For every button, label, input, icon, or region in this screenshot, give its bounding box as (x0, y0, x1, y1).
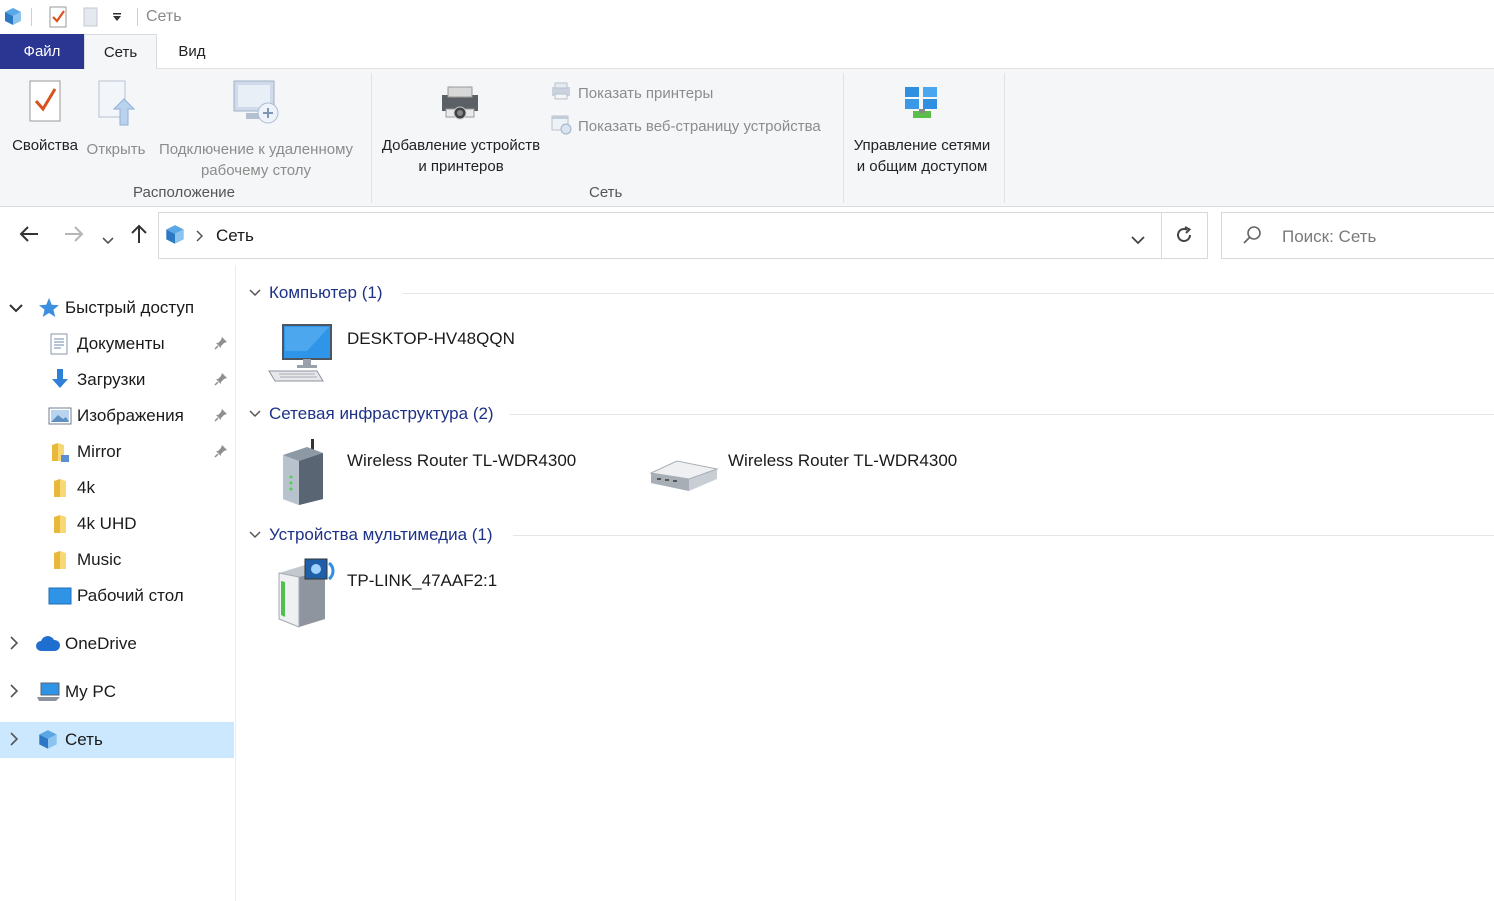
network-app-icon[interactable] (2, 6, 24, 33)
remote-desktop-icon (150, 77, 362, 133)
download-arrow-icon (50, 368, 70, 395)
chevron-right-icon[interactable] (9, 732, 19, 749)
pictures-icon (48, 407, 72, 430)
pin-icon[interactable] (214, 408, 228, 425)
sidebar-item-onedrive[interactable]: OneDrive (0, 626, 234, 662)
properties-icon[interactable] (48, 6, 68, 33)
title-bar: Сеть (0, 0, 1494, 34)
sidebar-item-mirror[interactable]: Mirror (0, 434, 234, 470)
pin-icon[interactable] (214, 336, 228, 353)
tab-view[interactable]: Вид (157, 34, 227, 69)
sidebar-item-documents[interactable]: Документы (0, 326, 234, 362)
computer-icon (36, 681, 62, 708)
properties-button[interactable]: Свойства (8, 79, 82, 156)
list-item-desktop-computer[interactable]: DESKTOP-HV48QQN (267, 317, 597, 387)
cloud-icon (35, 636, 61, 657)
chevron-right-icon[interactable] (9, 684, 19, 701)
add-devices-icon (376, 83, 546, 129)
search-placeholder: Поиск: Сеть (1282, 227, 1377, 246)
show-device-page-button[interactable]: Показать веб-страницу устройства (550, 113, 821, 139)
media-server-icon (275, 557, 339, 634)
sidebar-item-network[interactable]: Сеть (0, 722, 234, 758)
desktop-icon (48, 587, 72, 610)
address-bar[interactable]: Сеть (158, 212, 1208, 259)
chevron-down-icon[interactable] (249, 286, 261, 300)
sidebar-item-4k[interactable]: 4k (0, 470, 234, 506)
search-box[interactable]: Поиск: Сеть (1221, 212, 1494, 259)
file-list: Компьютер (1) DESKTOP-HV48QQN Сетевая ин… (237, 265, 1494, 901)
sidebar-item-pictures[interactable]: Изображения (0, 398, 234, 434)
sidebar-item-music[interactable]: Music (0, 542, 234, 578)
router-tower-icon (277, 437, 333, 512)
documents-icon (50, 333, 68, 360)
new-folder-icon[interactable] (82, 6, 100, 33)
device-webpage-icon (550, 113, 572, 139)
group-header-network-infrastructure[interactable]: Сетевая инфраструктура (2) (249, 401, 494, 427)
list-item-media-device[interactable]: TP-LINK_47AAF2:1 (267, 557, 597, 629)
back-arrow-icon[interactable] (18, 223, 40, 251)
pin-icon[interactable] (214, 372, 228, 389)
network-location-icon (163, 223, 187, 252)
computer-icon (267, 321, 337, 390)
folder-icon (50, 441, 70, 468)
navigation-pane: Быстрый доступ Документы Загрузки Изобра… (0, 265, 236, 901)
window-title: Сеть (146, 8, 182, 25)
customize-dropdown-icon[interactable] (111, 10, 123, 28)
router-flat-icon (647, 455, 721, 500)
chevron-down-icon[interactable] (249, 528, 261, 542)
breadcrumb-chevron-icon[interactable] (195, 229, 204, 247)
sidebar-item-4k-uhd[interactable]: 4k UHD (0, 506, 234, 542)
star-icon (38, 297, 60, 324)
chevron-right-icon[interactable] (9, 636, 19, 653)
group-header-computers[interactable]: Компьютер (1) (249, 280, 383, 306)
network-sharing-icon (848, 83, 996, 129)
search-icon (1242, 225, 1262, 250)
forward-arrow-icon[interactable] (63, 223, 85, 251)
printers-icon (550, 81, 572, 105)
network-icon (36, 728, 60, 757)
network-sharing-center-button[interactable]: Управление сетями и общим доступом (848, 83, 996, 177)
tab-network[interactable]: Сеть (84, 34, 157, 70)
add-devices-button[interactable]: Добавление устройств и принтеров (376, 83, 546, 177)
ribbon-tabs: Файл Сеть Вид (0, 34, 1494, 70)
open-icon (82, 79, 150, 133)
sidebar-item-desktop[interactable]: Рабочий стол (0, 578, 234, 614)
refresh-icon[interactable] (1174, 225, 1194, 250)
breadcrumb-network[interactable]: Сеть (216, 226, 254, 246)
folder-icon (52, 549, 68, 576)
pin-icon[interactable] (214, 444, 228, 461)
open-button[interactable]: Открыть (82, 79, 150, 160)
sidebar-item-quick-access[interactable]: Быстрый доступ (0, 290, 234, 326)
address-dropdown-chevron-icon[interactable] (1131, 232, 1145, 250)
ribbon: Свойства Открыть Подключение к удаленном… (0, 69, 1494, 207)
recent-locations-chevron-icon[interactable] (102, 229, 114, 252)
list-item-router-2[interactable]: Wireless Router TL-WDR4300 (647, 437, 1017, 507)
sidebar-item-downloads[interactable]: Загрузки (0, 362, 234, 398)
sidebar-item-my-pc[interactable]: My PC (0, 674, 234, 710)
up-arrow-icon[interactable] (128, 223, 150, 251)
folder-icon (52, 513, 68, 540)
chevron-down-icon[interactable] (249, 407, 261, 421)
location-group-label: Расположение (133, 184, 235, 201)
remote-desktop-button[interactable]: Подключение к удаленному рабочему столу (150, 77, 362, 181)
show-printers-button[interactable]: Показать принтеры (550, 81, 713, 105)
tab-file[interactable]: Файл (0, 34, 84, 69)
chevron-down-icon[interactable] (9, 301, 23, 316)
group-header-multimedia-devices[interactable]: Устройства мультимедиа (1) (249, 522, 493, 548)
navigation-bar: Сеть Поиск: Сеть (0, 207, 1494, 265)
folder-icon (52, 477, 68, 504)
network-group-label: Сеть (589, 184, 623, 201)
properties-icon (8, 79, 82, 129)
list-item-router-1[interactable]: Wireless Router TL-WDR4300 (267, 437, 627, 507)
